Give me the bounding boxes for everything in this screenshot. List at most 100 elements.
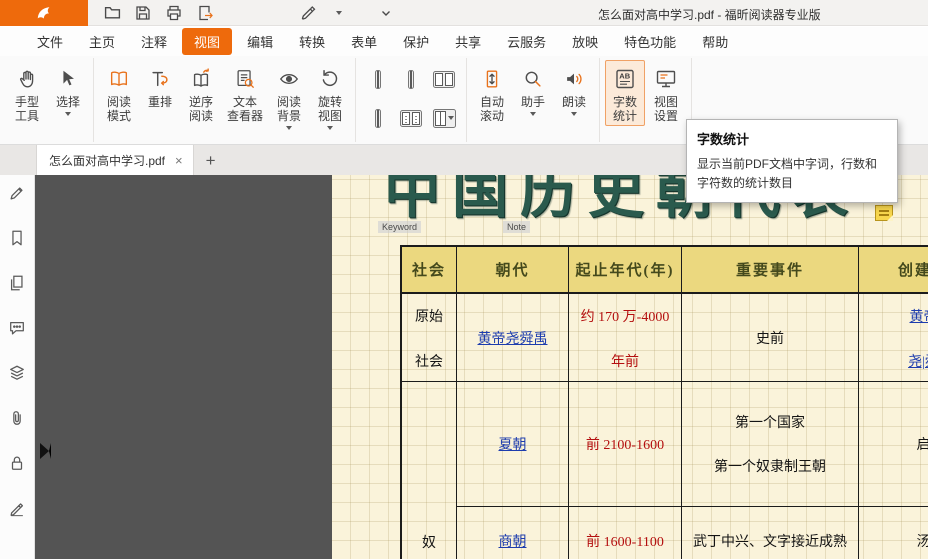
menu-edit[interactable]: 编辑 [234, 28, 286, 55]
security-panel-button[interactable] [6, 453, 28, 473]
dynasty-link[interactable]: 商朝 [499, 531, 527, 551]
menu-view[interactable]: 视图 [182, 28, 232, 55]
history-table: 社会 朝代 起止年代(年) 重要事件 创建人 原始 社会 黄帝尧舜禹 约 170… [400, 245, 928, 559]
continuous-page-icon [410, 71, 412, 88]
select-tool-button[interactable]: 选择 [48, 60, 88, 119]
read-background-label: 阅读 背景 [277, 95, 301, 123]
document-tab[interactable]: 怎么面对高中学习.pdf × [36, 145, 194, 175]
view-settings-label: 视图 设置 [654, 95, 678, 123]
paperclip-icon [8, 409, 26, 427]
view-settings-icon [654, 66, 678, 92]
read-aloud-label: 朗读 [562, 95, 586, 109]
split-view-button[interactable] [433, 109, 456, 128]
text-viewer-icon [234, 66, 256, 92]
document-canvas[interactable]: 中国历史朝代表 Keyword Note 社会 朝代 起止年代(年) 重要事件 … [35, 175, 928, 559]
table-header-events: 重要事件 [682, 247, 859, 294]
hand-icon [16, 66, 38, 92]
bookmarks-panel-button[interactable] [6, 228, 28, 248]
read-background-button[interactable]: 阅读 背景 [269, 60, 309, 133]
event-text: 史前 [756, 328, 784, 348]
menu-protect[interactable]: 保护 [390, 28, 442, 55]
rotate-view-button[interactable]: 旋转 视图 [310, 60, 350, 133]
table-cell-founder-1: 黄帝 尧|舜 [859, 294, 928, 382]
read-mode-button[interactable]: 阅读 模式 [99, 60, 139, 126]
layers-panel-button[interactable] [6, 363, 28, 383]
assist-group: 自动 滚动 助手 朗读 [467, 58, 600, 142]
word-count-icon: AB [613, 66, 637, 92]
period-line: 前 2100-1600 [586, 434, 664, 454]
continuous-view-button[interactable] [408, 70, 414, 89]
menu-help[interactable]: 帮助 [689, 28, 741, 55]
menu-convert[interactable]: 转换 [286, 28, 338, 55]
dropdown-arrow-icon [530, 112, 536, 116]
menu-features[interactable]: 特色功能 [611, 28, 689, 55]
menu-file[interactable]: 文件 [24, 28, 76, 55]
continuous-facing-view-button[interactable] [400, 110, 422, 127]
menu-form[interactable]: 表单 [338, 28, 390, 55]
print-button[interactable] [164, 3, 184, 23]
table-cell-founder-3: 汤 [859, 507, 928, 559]
founder-link[interactable]: 尧|舜 [908, 351, 928, 371]
navigation-sidebar [0, 175, 35, 559]
book-icon [107, 66, 131, 92]
cursor-icon [57, 66, 79, 92]
read-aloud-button[interactable]: 朗读 [554, 60, 594, 119]
menu-home[interactable]: 主页 [76, 28, 128, 55]
menu-cloud[interactable]: 云服务 [494, 28, 559, 55]
assistant-button[interactable]: 助手 [513, 60, 553, 119]
auto-scroll-button[interactable]: 自动 滚动 [472, 60, 512, 126]
tools-group: 手型 工具 选择 [2, 58, 94, 142]
open-file-button[interactable] [102, 3, 122, 23]
lock-icon [8, 454, 26, 472]
tooltip-body: 显示当前PDF文档中字词，行数和字符数的统计数目 [697, 155, 887, 192]
layers-icon [8, 364, 26, 382]
dropdown-arrow-icon [65, 112, 71, 116]
word-count-label: 字数 统计 [613, 95, 637, 123]
founder-text: 启 [917, 434, 928, 454]
reverse-read-button[interactable]: 逆序 阅读 [181, 60, 221, 126]
folder-icon [104, 4, 121, 21]
menu-share[interactable]: 共享 [442, 28, 494, 55]
table-cell-founder-2: 启 [859, 382, 928, 507]
single-page-view-button[interactable] [375, 70, 381, 89]
tab-close-icon[interactable]: × [175, 154, 183, 167]
export-button[interactable] [195, 3, 215, 23]
facing-view-button[interactable] [433, 71, 455, 88]
printer-icon [166, 5, 182, 21]
save-button[interactable] [133, 3, 153, 23]
table-cell-society-1: 原始 社会 [402, 294, 457, 382]
chevron-down-icon [380, 7, 392, 19]
menu-present[interactable]: 放映 [559, 28, 611, 55]
text-viewer-button[interactable]: 文本 查看器 [222, 60, 268, 126]
reverse-read-label: 逆序 阅读 [189, 95, 213, 123]
reflow-button[interactable]: 重排 [140, 60, 180, 112]
pages-panel-button[interactable] [6, 273, 28, 293]
save-icon [135, 5, 151, 21]
continuous-single-view-button[interactable] [375, 109, 381, 128]
word-count-button[interactable]: AB 字数 统计 [605, 60, 645, 126]
magnifier-icon [522, 66, 544, 92]
table-header-society: 社会 [402, 247, 457, 294]
dynasty-link[interactable]: 黄帝尧舜禹 [478, 328, 548, 348]
annotate-panel-button[interactable] [6, 183, 28, 203]
signature-panel-button[interactable] [6, 498, 28, 518]
auto-scroll-icon [481, 66, 503, 92]
table-header-dynasty: 朝代 [457, 247, 569, 294]
foxit-logo[interactable] [0, 0, 88, 26]
new-tab-button[interactable]: + [206, 152, 216, 169]
sticky-note-annotation-icon[interactable] [875, 205, 893, 221]
comments-panel-button[interactable] [6, 318, 28, 338]
menu-comment[interactable]: 注释 [128, 28, 180, 55]
attachments-panel-button[interactable] [6, 408, 28, 428]
view-settings-button[interactable]: 视图 设置 [646, 60, 686, 126]
table-cell-events-3: 武丁中兴、文字接近成熟 [682, 507, 859, 559]
panel-expand-handle[interactable] [40, 443, 51, 459]
quick-sign-dropdown[interactable] [329, 3, 349, 23]
founder-link[interactable]: 黄帝 [910, 306, 928, 326]
continuous-single-icon [377, 110, 379, 127]
customize-toolbar-button[interactable] [376, 3, 396, 23]
hand-tool-button[interactable]: 手型 工具 [7, 60, 47, 126]
quick-sign-button[interactable] [298, 3, 318, 23]
event-text: 第一个国家 [735, 412, 805, 432]
dynasty-link[interactable]: 夏朝 [499, 434, 527, 454]
